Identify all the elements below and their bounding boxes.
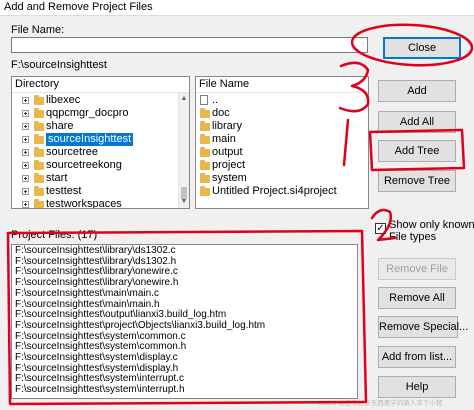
expand-icon[interactable]	[22, 175, 29, 182]
folder-icon	[34, 108, 44, 118]
directory-item-label: start	[46, 172, 68, 184]
add-all-button[interactable]: Add All	[378, 111, 456, 133]
directory-item[interactable]: share	[12, 120, 182, 133]
checkmark-icon: ✓	[376, 223, 385, 234]
project-file-item[interactable]: F:\sourceInsighttest\library\onewire.h	[15, 278, 178, 288]
directory-item-label: qqpcmgr_docpro	[46, 107, 129, 119]
folder-icon	[200, 186, 210, 196]
file-list-item-label: library	[212, 120, 242, 132]
folder-icon	[34, 147, 44, 157]
project-file-item[interactable]: F:\sourceInsighttest\library\ds1302.h	[15, 256, 176, 267]
directory-item[interactable]: qqpcmgr_docpro	[12, 107, 182, 120]
remove-tree-button[interactable]: Remove Tree	[378, 170, 456, 192]
project-file-item[interactable]: F:\sourceInsighttest\library\onewire.c	[15, 267, 178, 277]
folder-icon	[200, 121, 210, 131]
scroll-down-icon[interactable]: ▼	[179, 196, 189, 208]
add-tree-button[interactable]: Add Tree	[378, 140, 456, 162]
file-list-item-label: Untitled Project.si4project	[212, 185, 337, 197]
folder-icon	[34, 199, 44, 208]
folder-icon	[34, 186, 44, 196]
file-list-item-label: system	[212, 172, 247, 184]
remove-special-button[interactable]: Remove Special...	[378, 316, 468, 338]
remove-all-button[interactable]: Remove All	[378, 287, 456, 309]
expand-icon[interactable]	[22, 201, 29, 208]
directory-item[interactable]: testtest	[12, 185, 182, 198]
expand-icon[interactable]	[22, 97, 29, 104]
directory-item[interactable]: sourceInsighttest	[12, 133, 182, 146]
title-bar: Add and Remove Project Files	[0, 0, 474, 16]
scroll-up-icon[interactable]: ▲	[179, 93, 189, 105]
file-list-header: File Name	[196, 77, 368, 93]
watermark: CSDN @还有好多东西要学的新人求个小赞	[318, 400, 443, 407]
project-file-item[interactable]: F:\sourceInsighttest\project\Objects\lia…	[15, 320, 265, 331]
directory-item[interactable]: testworkspaces	[12, 198, 182, 209]
project-file-item[interactable]: F:\sourceInsighttest\library\ds1302.c	[15, 246, 176, 256]
project-file-item[interactable]: F:\sourceInsighttest\system\display.c	[15, 353, 178, 363]
file-list-item-label: output	[212, 146, 243, 158]
parent-directory-icon	[200, 95, 208, 105]
folder-icon	[200, 108, 210, 118]
directory-item-label: testworkspaces	[46, 198, 122, 209]
file-list[interactable]: File Name .. doc library main output project s…	[195, 76, 369, 209]
expand-icon[interactable]	[22, 110, 29, 117]
expand-icon[interactable]	[22, 136, 29, 143]
file-list-item-label: main	[212, 133, 236, 145]
file-list-item-label: project	[212, 159, 246, 171]
directory-item[interactable]: start	[12, 172, 182, 185]
directory-item-label: libexec	[46, 94, 81, 106]
folder-icon	[200, 134, 210, 144]
add-button[interactable]: Add	[378, 80, 456, 102]
remove-file-button[interactable]: Remove File	[378, 258, 456, 280]
directory-item[interactable]: sourcetreekong	[12, 159, 182, 172]
project-files-list[interactable]: F:\sourceInsighttest\library\ds1302.c F:\…	[11, 244, 358, 399]
folder-icon	[34, 95, 44, 105]
directory-list[interactable]: Directory libexec qqpcmgr_docpro share sour…	[11, 76, 190, 209]
expand-icon[interactable]	[22, 149, 29, 156]
directory-header: Directory	[12, 77, 189, 93]
directory-item-label: sourceInsighttest	[46, 133, 134, 146]
current-path: F:\sourceInsighttest	[11, 59, 107, 71]
file-list-item-label: doc	[212, 107, 230, 119]
project-files-label: Project Files: (17)	[11, 229, 98, 241]
directory-item[interactable]: libexec	[12, 94, 182, 107]
folder-icon	[200, 173, 210, 183]
directory-scrollbar[interactable]: ▲ ▼	[178, 93, 189, 208]
project-file-item[interactable]: F:\sourceInsighttest\main\main.h	[15, 299, 160, 310]
directory-item-label: sourcetreekong	[46, 159, 122, 171]
project-file-item[interactable]: F:\sourceInsighttest\system\interrupt.c	[15, 374, 184, 384]
expand-icon[interactable]	[22, 162, 29, 169]
file-name-input[interactable]	[11, 37, 368, 53]
folder-icon	[34, 121, 44, 131]
window-title: Add and Remove Project Files	[4, 1, 153, 13]
file-list-item-label: ..	[212, 94, 219, 106]
help-button[interactable]: Help	[378, 376, 456, 398]
project-file-item[interactable]: F:\sourceInsighttest\main\main.c	[15, 288, 159, 299]
project-file-item[interactable]: F:\sourceInsighttest\output\lianxi3.buil…	[15, 310, 226, 320]
expand-icon[interactable]	[22, 188, 29, 195]
project-file-item[interactable]: F:\sourceInsighttest\system\common.h	[15, 342, 186, 352]
folder-icon	[34, 160, 44, 170]
directory-item[interactable]: sourcetree	[12, 146, 182, 159]
close-button[interactable]: Close	[383, 37, 461, 59]
show-known-checkbox[interactable]: ✓	[375, 223, 386, 234]
folder-icon	[34, 173, 44, 183]
file-name-label: File Name:	[11, 24, 65, 36]
folder-icon	[200, 147, 210, 157]
directory-item-label: testtest	[46, 185, 82, 197]
show-known-label: Show only known File types	[389, 219, 474, 243]
expand-icon[interactable]	[22, 123, 29, 130]
directory-item-label: sourcetree	[46, 146, 98, 158]
project-file-item[interactable]: F:\sourceInsighttest\system\display.h	[15, 363, 178, 374]
directory-item-label: share	[46, 120, 74, 132]
project-file-item[interactable]: F:\sourceInsighttest\system\interrupt.h	[15, 385, 185, 395]
folder-icon	[200, 160, 210, 170]
add-from-list-button[interactable]: Add from list...	[378, 346, 456, 368]
project-file-item[interactable]: F:\sourceInsighttest\system\common.c	[15, 331, 186, 342]
folder-icon	[34, 134, 44, 144]
